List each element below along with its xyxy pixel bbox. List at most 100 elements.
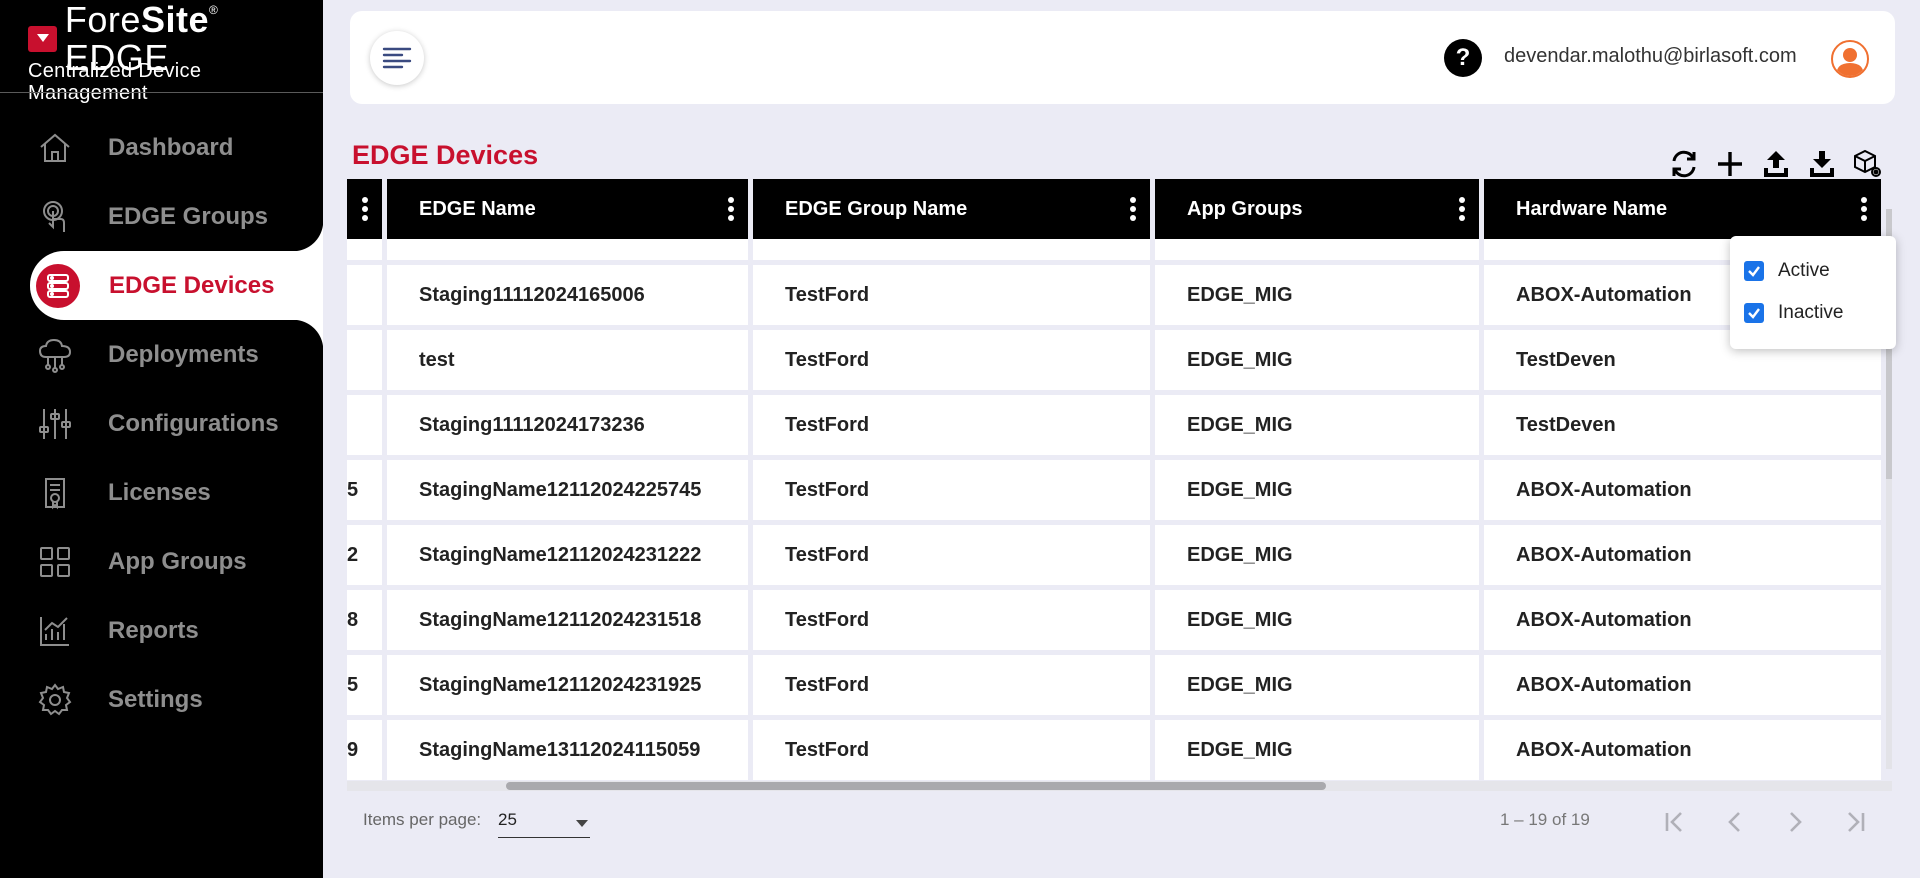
table-cell-group: TestFord (753, 590, 1155, 650)
user-email: devendar.malothu@birlasoft.com (1504, 45, 1797, 67)
column-menu-icon[interactable] (1130, 197, 1136, 221)
table-cell-hardware: ABOX-Automation (1484, 720, 1886, 780)
help-button[interactable]: ? (1444, 39, 1482, 77)
previous-page-button[interactable] (1713, 800, 1757, 844)
column-header-edge-group-name[interactable]: EDGE Group Name (753, 179, 1155, 239)
table-cell-app-group: EDGE_MIG (1155, 395, 1484, 455)
checkbox-checked-icon[interactable] (1744, 261, 1764, 281)
table-row[interactable]: 2 StagingName12112024231222 TestFord EDGE_M… (347, 525, 1892, 585)
checkbox-checked-icon[interactable] (1744, 303, 1764, 323)
table-cell-prefix: 2 (347, 525, 387, 585)
table-cell-group: TestFord (753, 460, 1155, 520)
add-device-button[interactable] (1714, 148, 1746, 180)
column-header-hardware-name[interactable]: Hardware Name (1484, 179, 1886, 239)
table-cell-group: TestFord (753, 720, 1155, 780)
sidebar-item-configurations[interactable]: Configurations (0, 389, 323, 458)
horizontal-scrollbar-thumb[interactable] (506, 782, 1326, 790)
table-header: EDGE Name EDGE Group Name App Groups Har… (347, 179, 1892, 239)
sidebar-item-licenses[interactable]: Licenses (0, 458, 323, 527)
sidebar-item-reports[interactable]: Reports (0, 596, 323, 665)
first-page-button[interactable] (1653, 800, 1697, 844)
page-title: EDGE Devices (352, 140, 539, 170)
refresh-button[interactable] (1668, 148, 1700, 180)
chart-icon (36, 612, 74, 650)
sidebar-divider (0, 92, 323, 93)
table-cell-edge-name: test (387, 330, 753, 390)
table-cell-group: TestFord (753, 330, 1155, 390)
sidebar-item-label: Dashboard (108, 133, 234, 161)
table-cell-edge-name: Staging11112024173236 (387, 395, 753, 455)
table-cell-hardware: ABOX-Automation (1484, 590, 1886, 650)
table-cell-prefix: 5 (347, 655, 387, 715)
last-page-icon (1848, 812, 1865, 832)
table-cell-prefix: 8 (347, 590, 387, 650)
column-header-label: Hardware Name (1516, 197, 1668, 220)
sidebar-item-label: Settings (108, 685, 203, 713)
sidebar-item-settings[interactable]: Settings (0, 665, 323, 734)
brand-mark-icon (28, 26, 57, 52)
table-cell-app-group: EDGE_MIG (1155, 525, 1484, 585)
certificate-icon (36, 474, 74, 512)
items-per-page-select[interactable]: 25 (498, 804, 590, 838)
package-settings-button[interactable] (1852, 148, 1884, 180)
next-page-button[interactable] (1773, 800, 1817, 844)
table-cell-app-group: EDGE_MIG (1155, 460, 1484, 520)
column-header-edge-name[interactable]: EDGE Name (387, 179, 753, 239)
refresh-icon (1672, 150, 1696, 178)
table-cell-app-group: EDGE_MIG (1155, 655, 1484, 715)
table-cell-prefix (347, 395, 387, 455)
last-page-button[interactable] (1833, 800, 1877, 844)
table-cell-edge-name: StagingName12112024231518 (387, 590, 753, 650)
table-cell (387, 239, 753, 260)
horizontal-scrollbar[interactable] (347, 781, 1892, 791)
table-cell-group: TestFord (753, 655, 1155, 715)
upload-button[interactable] (1760, 148, 1792, 180)
download-button[interactable] (1806, 148, 1838, 180)
sidebar-item-label: Configurations (108, 409, 279, 437)
sidebar: ForeSite® EDGE Centralized Device Manage… (0, 0, 323, 878)
table-cell-hardware: ABOX-Automation (1484, 460, 1886, 520)
column-header-app-groups[interactable]: App Groups (1155, 179, 1484, 239)
table-cell-group: TestFord (753, 525, 1155, 585)
table-row[interactable]: test TestFord EDGE_MIG TestDeven (347, 330, 1892, 390)
filter-option-active[interactable]: Active (1744, 250, 1882, 292)
sidebar-item-edge-groups[interactable]: EDGE Groups (0, 182, 323, 251)
table-row[interactable]: 9 StagingName13112024115059 TestFord EDGE_M… (347, 720, 1892, 780)
cloud-network-icon (36, 336, 74, 374)
table-cell-group: TestFord (753, 265, 1155, 325)
user-avatar[interactable] (1831, 40, 1869, 78)
table-row[interactable]: 5 StagingName12112024231925 TestFord EDGE_M… (347, 655, 1892, 715)
sidebar-item-label: Deployments (108, 340, 259, 368)
table-cell-edge-name: StagingName13112024115059 (387, 720, 753, 780)
package-settings-icon (1854, 149, 1881, 177)
table-row[interactable]: 8 StagingName12112024231518 TestFord EDGE_M… (347, 590, 1892, 650)
upload-icon (1764, 151, 1788, 177)
column-menu-icon[interactable] (1459, 197, 1465, 221)
sidebar-item-dashboard[interactable]: Dashboard (0, 113, 323, 182)
menu-toggle-button[interactable] (370, 31, 424, 85)
table-cell-edge-name: StagingName12112024225745 (387, 460, 753, 520)
sidebar-item-label: Reports (108, 616, 199, 644)
table-cell-edge-name: StagingName12112024231925 (387, 655, 753, 715)
column-header-label: EDGE Group Name (785, 197, 968, 220)
download-icon (1810, 151, 1834, 177)
table-cell-hardware: ABOX-Automation (1484, 525, 1886, 585)
filter-option-label: Inactive (1778, 302, 1844, 323)
items-per-page-value: 25 (498, 810, 517, 829)
table-cell-app-group: EDGE_MIG (1155, 330, 1484, 390)
table-row[interactable]: Staging11112024173236 TestFord EDGE_MIG Tes… (347, 395, 1892, 455)
page-range-label: 1 – 19 of 19 (1500, 810, 1590, 829)
table-cell-group: TestFord (753, 395, 1155, 455)
sidebar-item-app-groups[interactable]: App Groups (0, 527, 323, 596)
table-row[interactable]: 5 StagingName12112024225745 TestFord EDGE_M… (347, 460, 1892, 520)
sidebar-item-deployments[interactable]: Deployments (0, 320, 323, 389)
grid-icon (36, 543, 74, 581)
filter-option-inactive[interactable]: Inactive (1744, 292, 1882, 334)
table-cell-edge-name: Staging11112024165006 (387, 265, 753, 325)
sidebar-item-edge-devices[interactable]: EDGE Devices (30, 221, 323, 350)
column-menu-icon[interactable] (728, 197, 734, 221)
column-menu-icon[interactable] (362, 197, 368, 221)
devices-table: EDGE Name EDGE Group Name App Groups Har… (347, 179, 1892, 791)
column-menu-icon[interactable] (1861, 197, 1867, 221)
table-row[interactable]: Staging11112024165006 TestFord EDGE_MIG ABO… (347, 265, 1892, 325)
